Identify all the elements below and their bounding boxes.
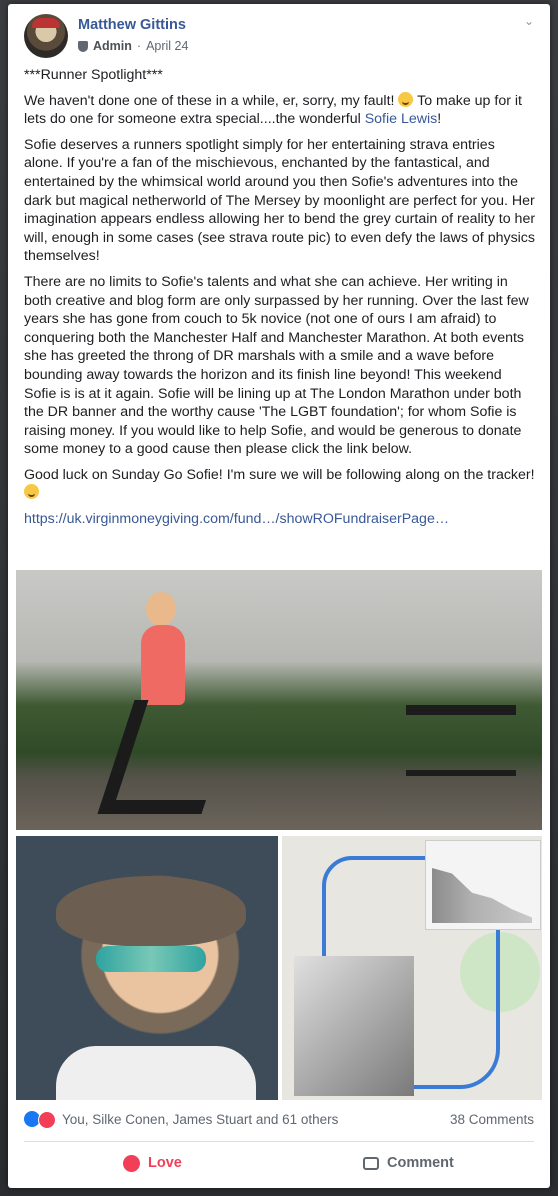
photo-runner[interactable] bbox=[16, 570, 542, 830]
reactions-bar: You, Silke Conen, James Stuart and 61 ot… bbox=[24, 1110, 534, 1130]
action-divider bbox=[24, 1141, 534, 1142]
meta-separator: · bbox=[136, 39, 142, 53]
intro-text-end: ! bbox=[437, 111, 442, 128]
chevron-down-icon[interactable]: ⌄ bbox=[524, 15, 534, 27]
elevation-chart bbox=[425, 840, 541, 930]
sunglasses bbox=[96, 946, 206, 972]
post-title: ***Runner Spotlight*** bbox=[24, 67, 163, 83]
fundraiser-link[interactable]: https://uk.virginmoneygiving.com/fund…/s… bbox=[24, 511, 449, 527]
love-reaction-icon[interactable] bbox=[38, 1111, 56, 1129]
post-header: Matthew Gittins Admin · April 24 ⌄ bbox=[24, 14, 534, 60]
runner-head bbox=[146, 592, 176, 626]
comment-label: Comment bbox=[387, 1155, 454, 1171]
hat bbox=[56, 876, 246, 946]
runner-legs bbox=[97, 700, 239, 814]
escher-image bbox=[294, 956, 414, 1096]
post-card: Matthew Gittins Admin · April 24 ⌄ ***Ru… bbox=[8, 4, 550, 1188]
white-shirt bbox=[56, 1046, 256, 1100]
love-button[interactable]: Love bbox=[123, 1147, 182, 1179]
comments-count[interactable]: 38 Comments bbox=[450, 1112, 534, 1127]
photo-strava-map[interactable] bbox=[282, 836, 542, 1100]
comment-button[interactable]: Comment bbox=[363, 1147, 454, 1179]
post-date[interactable]: April 24 bbox=[146, 39, 188, 53]
comment-icon bbox=[363, 1156, 379, 1170]
avatar[interactable] bbox=[24, 14, 68, 58]
fundraiser-link-row: https://uk.virginmoneygiving.com/fund…/s… bbox=[24, 510, 536, 529]
post-paragraph-intro: We haven't done one of these in a while,… bbox=[24, 91, 536, 129]
intro-text-start: We haven't done one of these in a while,… bbox=[24, 92, 395, 109]
shield-icon bbox=[78, 40, 88, 52]
post-meta: Admin · April 24 bbox=[78, 39, 188, 53]
author-name[interactable]: Matthew Gittins bbox=[78, 17, 186, 33]
smile-emoji-icon bbox=[24, 484, 39, 500]
reactions-summary[interactable]: You, Silke Conen, James Stuart and 61 ot… bbox=[62, 1112, 338, 1127]
heart-icon bbox=[123, 1154, 140, 1172]
action-bar: Love Comment bbox=[8, 1147, 550, 1179]
post-body: ***Runner Spotlight*** We haven't done o… bbox=[24, 66, 536, 536]
love-label: Love bbox=[148, 1155, 182, 1171]
post-paragraph-2: Sofie deserves a runners spotlight simpl… bbox=[24, 136, 536, 265]
admin-badge: Admin bbox=[93, 39, 132, 53]
photo-grid bbox=[16, 570, 542, 1100]
runner-shirt bbox=[141, 625, 185, 705]
photo-selfie[interactable] bbox=[16, 836, 278, 1100]
closing-text: Good luck on Sunday Go Sofie! I'm sure w… bbox=[24, 466, 535, 483]
mention-link[interactable]: Sofie Lewis bbox=[365, 111, 438, 127]
grinning-emoji-icon bbox=[398, 91, 414, 107]
park-bench bbox=[406, 705, 516, 776]
post-paragraph-4: Good luck on Sunday Go Sofie! I'm sure w… bbox=[24, 466, 536, 503]
post-paragraph-3: There are no limits to Sofie's talents a… bbox=[24, 273, 529, 458]
